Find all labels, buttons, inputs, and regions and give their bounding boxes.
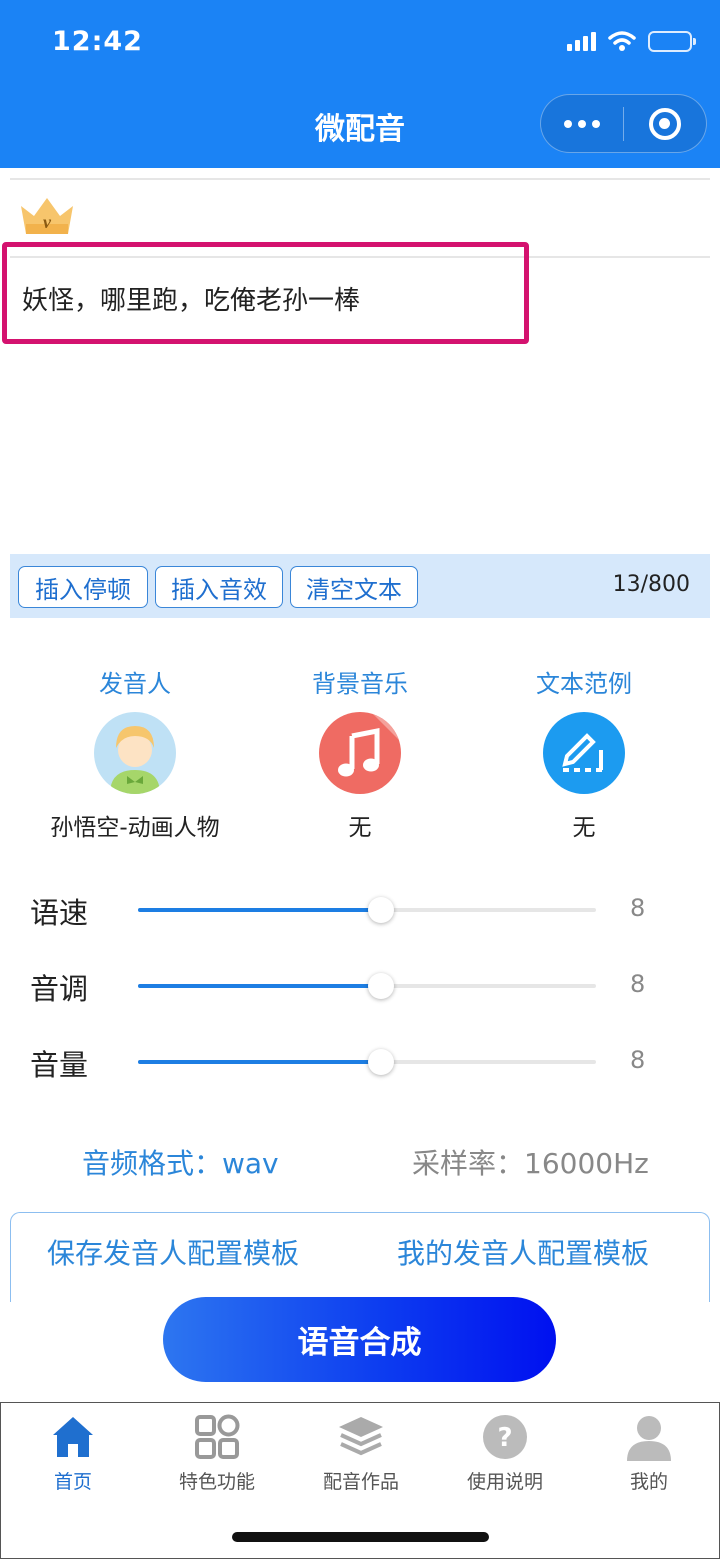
slider-value: 8	[630, 894, 646, 922]
slider-volume: 音量 8	[0, 1036, 720, 1086]
insert-sound-button[interactable]: 插入音效	[155, 566, 283, 608]
tab-label: 我的	[629, 1471, 668, 1493]
tab-features[interactable]: 特色功能	[145, 1413, 289, 1494]
tab-mine[interactable]: 我的	[577, 1413, 720, 1494]
tab-label: 配音作品	[322, 1471, 399, 1493]
slider-value: 8	[630, 1046, 646, 1074]
vip-crown-icon: v	[21, 198, 73, 234]
slider-label: 音量	[30, 1048, 89, 1082]
slider-speed: 语速 8	[0, 884, 720, 934]
music-note-icon[interactable]	[319, 712, 401, 794]
option-label: 发音人	[99, 670, 171, 698]
slider-fill	[138, 1060, 381, 1064]
option-text-example[interactable]: 文本范例 无	[484, 668, 684, 842]
char-counter: 13/800	[612, 572, 690, 597]
signal-icon	[567, 31, 596, 51]
option-label: 背景音乐	[312, 670, 408, 698]
layers-icon	[337, 1413, 385, 1461]
my-templates-link[interactable]: 我的发音人配置模板	[397, 1232, 649, 1272]
tab-label: 使用说明	[466, 1471, 543, 1493]
option-value: 孙悟空-动画人物	[50, 815, 220, 841]
tab-label: 首页	[53, 1471, 92, 1493]
tab-label: 特色功能	[178, 1471, 255, 1493]
status-time: 12:42	[52, 26, 143, 57]
option-bgm[interactable]: 背景音乐 无	[260, 668, 460, 842]
close-target-icon[interactable]	[624, 107, 706, 140]
status-icons	[567, 30, 696, 52]
option-value: 无	[348, 815, 372, 841]
slider-fill	[138, 908, 381, 912]
slider-thumb[interactable]	[367, 973, 394, 999]
save-template-link[interactable]: 保存发音人配置模板	[47, 1232, 299, 1272]
svg-text:?: ?	[497, 1423, 512, 1453]
synthesize-button[interactable]: 语音合成	[163, 1297, 556, 1382]
slider-label: 音调	[30, 972, 89, 1006]
tab-home[interactable]: 首页	[1, 1413, 145, 1494]
boy-avatar-icon[interactable]	[94, 712, 176, 794]
tab-help[interactable]: ? 使用说明	[433, 1413, 577, 1494]
slider-track[interactable]	[138, 897, 596, 923]
slider-track[interactable]	[138, 973, 596, 999]
sample-rate: 采样率：16000Hz	[412, 1147, 649, 1180]
audio-format-selector[interactable]: 音频格式：wav	[82, 1142, 279, 1182]
text-editor-input[interactable]: 妖怪，哪里跑，吃俺老孙一棒	[22, 280, 360, 317]
user-icon	[625, 1413, 673, 1461]
tab-works[interactable]: 配音作品	[289, 1413, 433, 1494]
slider-track[interactable]	[138, 1049, 596, 1075]
slider-thumb[interactable]	[367, 897, 394, 923]
mini-program-capsule	[540, 94, 707, 153]
wifi-icon	[608, 31, 636, 51]
home-icon	[49, 1413, 97, 1461]
slider-fill	[138, 984, 381, 988]
app-header: 12:42 微配音	[0, 0, 720, 168]
option-label: 文本范例	[536, 670, 632, 698]
slider-value: 8	[630, 970, 646, 998]
insert-pause-button[interactable]: 插入停顿	[18, 566, 148, 608]
grid-icon	[193, 1413, 241, 1461]
slider-pitch: 音调 8	[0, 960, 720, 1010]
slider-label: 语速	[30, 896, 89, 930]
battery-icon	[648, 30, 696, 52]
question-icon: ?	[481, 1413, 529, 1461]
clear-text-button[interactable]: 清空文本	[290, 566, 418, 608]
home-indicator	[232, 1532, 489, 1542]
edit-pen-icon[interactable]	[543, 712, 625, 794]
option-value: 无	[572, 815, 596, 841]
divider	[10, 178, 710, 180]
slider-thumb[interactable]	[367, 1049, 394, 1075]
option-speaker[interactable]: 发音人 孙悟空-动画人物	[35, 668, 235, 842]
more-menu-icon[interactable]	[541, 119, 623, 128]
editor-toolbar: 插入停顿 插入音效 清空文本 13/800	[10, 554, 710, 618]
svg-text:v: v	[43, 212, 52, 232]
